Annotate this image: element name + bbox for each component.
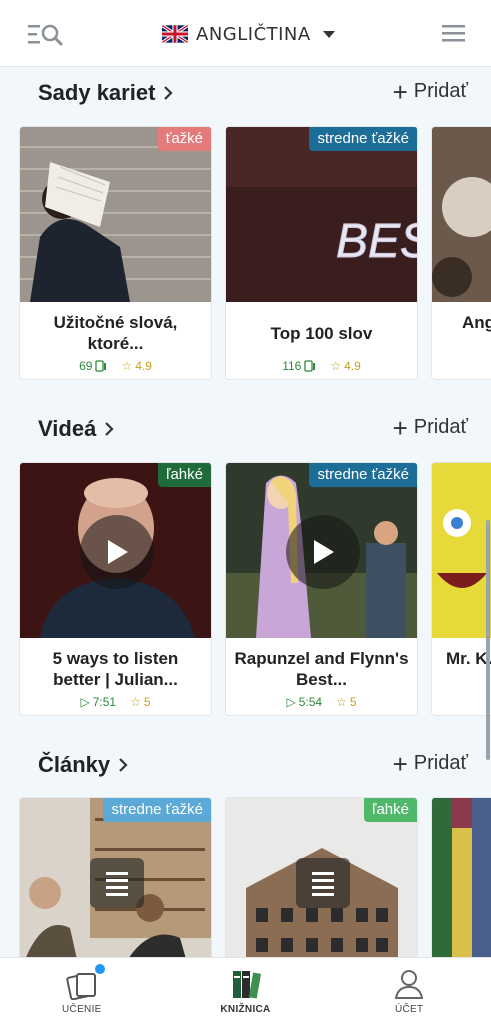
difficulty-badge: ľahké bbox=[364, 798, 417, 822]
flashcard-set-card[interactable]: Ang... z... bbox=[431, 126, 491, 380]
card-thumbnail bbox=[432, 798, 491, 957]
difficulty-badge: stredne ťažké bbox=[309, 463, 417, 487]
card-meta: 116 ☆ 4.9 bbox=[226, 359, 417, 373]
flashcards-row[interactable]: ťažké Užitočné slová, ktoré... 69 ☆ 4.9 B… bbox=[0, 126, 491, 382]
add-label: Pridať bbox=[413, 752, 468, 774]
card-meta: 69 ☆ 4.9 bbox=[20, 359, 211, 373]
flashcard-set-card[interactable]: BEST stredne ťažké Top 100 slov 116 ☆4.9 bbox=[225, 126, 418, 380]
add-flashcards-button[interactable]: + Pridať bbox=[392, 76, 468, 107]
card-thumbnail bbox=[20, 127, 211, 302]
language-selector[interactable]: ANGLIČTINA bbox=[162, 22, 335, 46]
play-small-icon: ▷ bbox=[286, 695, 296, 709]
difficulty-badge: ľahké bbox=[158, 463, 211, 487]
add-video-button[interactable]: + Pridať bbox=[392, 412, 468, 443]
difficulty-badge: ťažké bbox=[157, 127, 211, 151]
section-header-flashcards: Sady kariet + Pridať bbox=[38, 76, 478, 112]
nav-item-learning[interactable]: UČENIE bbox=[0, 958, 164, 1024]
card-rating: 5 bbox=[143, 695, 151, 709]
star-icon: ☆ bbox=[330, 359, 342, 373]
nav-item-library[interactable]: KNIŽNICA bbox=[164, 958, 328, 1024]
card-meta: ▷ 5:54 ☆ 5 bbox=[226, 695, 417, 709]
card-thumbnail bbox=[432, 127, 491, 302]
card-count: 69 bbox=[79, 359, 93, 373]
bottom-navigation: UČENIE KNIŽNICA ÚČET bbox=[0, 957, 491, 1024]
play-small-icon: ▷ bbox=[80, 695, 90, 709]
card-rating: 4.9 bbox=[344, 359, 361, 373]
card-thumbnail: BEST bbox=[226, 127, 418, 302]
videos-row[interactable]: ľahké 5 ways to listen better | Julian..… bbox=[0, 462, 491, 718]
chevron-right-icon bbox=[105, 422, 114, 436]
video-card[interactable]: ľahké 5 ways to listen better | Julian..… bbox=[19, 462, 212, 716]
cards-icon bbox=[66, 973, 96, 1000]
nav-label: ÚČET bbox=[394, 1004, 424, 1015]
section-header-videos: Videá + Pridať bbox=[38, 412, 478, 448]
article-card[interactable] bbox=[431, 797, 491, 957]
menu-search-icon[interactable] bbox=[28, 22, 64, 48]
difficulty-badge: stredne ťažké bbox=[103, 798, 211, 822]
play-button[interactable] bbox=[286, 515, 360, 589]
add-label: Pridať bbox=[413, 80, 468, 102]
notification-dot bbox=[95, 964, 105, 974]
card-meta: ▷ 7:51 ☆ 5 bbox=[20, 695, 211, 709]
top-bar: ANGLIČTINA bbox=[0, 0, 491, 67]
card-title: Top 100 slov bbox=[270, 324, 373, 343]
article-card[interactable]: stredne ťažké bbox=[19, 797, 212, 957]
nav-label: KNIŽNICA bbox=[220, 1004, 271, 1015]
cards-count-icon bbox=[304, 360, 316, 372]
section-title-link[interactable]: Články bbox=[38, 752, 128, 778]
user-icon bbox=[394, 970, 424, 999]
plus-icon: + bbox=[392, 748, 408, 779]
chevron-down-icon bbox=[322, 30, 335, 38]
uk-flag-icon bbox=[162, 25, 188, 43]
section-title-link[interactable]: Sady kariet bbox=[38, 80, 173, 106]
flashcard-set-card[interactable]: ťažké Užitočné slová, ktoré... 69 ☆ 4.9 bbox=[19, 126, 212, 380]
nav-item-account[interactable]: ÚČET bbox=[327, 958, 491, 1024]
section-title-link[interactable]: Videá bbox=[38, 416, 114, 442]
hamburger-icon[interactable] bbox=[442, 25, 465, 42]
plus-icon: + bbox=[392, 76, 408, 107]
card-title: Užitočné slová, ktoré... bbox=[53, 313, 178, 353]
card-title: Mr. K... W... bbox=[446, 649, 491, 668]
card-title: Rapunzel and Flynn's Best... bbox=[234, 649, 409, 689]
card-title: Ang... z... bbox=[462, 313, 491, 332]
scrollbar[interactable] bbox=[486, 520, 490, 760]
video-card[interactable]: Mr. K... W... bbox=[431, 462, 491, 716]
article-icon bbox=[296, 858, 350, 908]
books-icon bbox=[232, 971, 261, 999]
articles-row[interactable]: stredne ťažké ľahké bbox=[0, 797, 491, 957]
plus-icon: + bbox=[392, 412, 408, 443]
card-rating: 5 bbox=[349, 695, 357, 709]
play-button[interactable] bbox=[80, 515, 154, 589]
section-title: Články bbox=[38, 752, 111, 777]
language-label: ANGLIČTINA bbox=[196, 23, 311, 45]
star-icon: ☆ bbox=[130, 695, 141, 709]
cards-count-icon bbox=[95, 360, 107, 372]
card-count: 116 bbox=[282, 359, 302, 373]
card-thumbnail bbox=[226, 463, 417, 638]
card-title: 5 ways to listen better | Julian... bbox=[52, 649, 179, 689]
article-card[interactable]: ľahké bbox=[225, 797, 418, 957]
section-title: Sady kariet bbox=[38, 80, 156, 105]
add-article-button[interactable]: + Pridať bbox=[392, 748, 468, 779]
card-rating: 4.9 bbox=[135, 359, 152, 373]
article-icon bbox=[90, 858, 144, 908]
add-label: Pridať bbox=[413, 416, 468, 438]
nav-label: UČENIE bbox=[62, 1004, 102, 1015]
section-header-articles: Články + Pridať bbox=[38, 748, 478, 784]
chevron-right-icon bbox=[164, 86, 173, 100]
star-icon: ☆ bbox=[121, 359, 133, 373]
card-thumbnail bbox=[20, 463, 211, 638]
card-thumbnail bbox=[432, 463, 491, 638]
section-title: Videá bbox=[38, 416, 97, 441]
chevron-right-icon bbox=[119, 758, 128, 772]
svg-text:BEST: BEST bbox=[336, 215, 418, 268]
video-duration: 7:51 bbox=[92, 695, 117, 709]
difficulty-badge: stredne ťažké bbox=[309, 127, 417, 151]
video-card[interactable]: stredne ťažké Rapunzel and Flynn's Best.… bbox=[225, 462, 418, 716]
video-duration: 5:54 bbox=[298, 695, 323, 709]
star-icon: ☆ bbox=[336, 695, 347, 709]
